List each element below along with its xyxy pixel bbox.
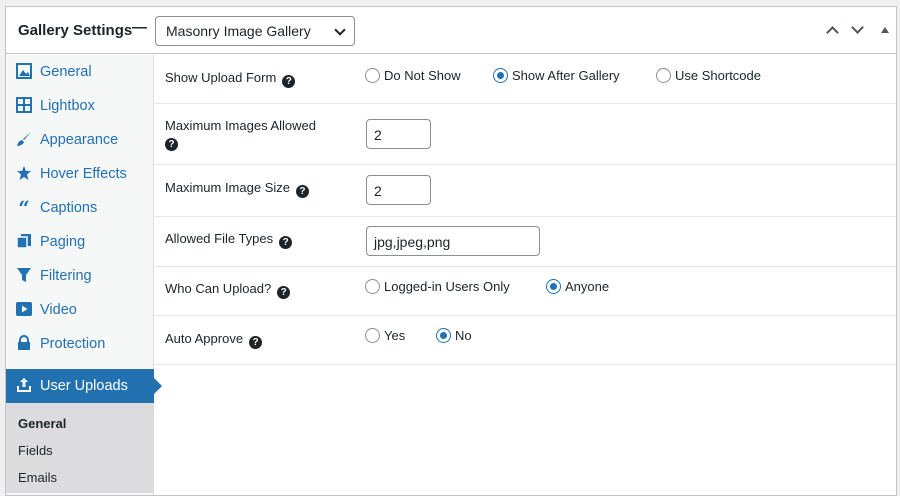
radio-circle	[656, 68, 671, 83]
row-label: Maximum Image Size?	[165, 180, 309, 198]
grid-icon	[15, 97, 33, 115]
radio-circle-selected	[436, 328, 451, 343]
row-show-upload-form: Show Upload Form? Do Not Show Show After…	[155, 55, 896, 104]
row-label: Allowed File Types?	[165, 231, 293, 249]
panel-title: Gallery Settings	[18, 22, 133, 39]
row-max-images: Maximum Images Allowed ? 2	[155, 104, 896, 165]
max-size-input[interactable]: 2	[366, 175, 431, 205]
sidebar-item-filtering[interactable]: Filtering	[6, 259, 154, 293]
radio-label: Use Shortcode	[675, 68, 761, 83]
sidebar-item-label: Filtering	[40, 268, 92, 284]
input-value: jpg,jpeg,png	[374, 234, 451, 250]
submenu-item-general[interactable]: General	[18, 416, 66, 431]
file-types-input[interactable]: jpg,jpeg,png	[366, 226, 540, 256]
sidebar-item-label: General	[40, 64, 92, 80]
sidebar-item-label: Captions	[40, 200, 98, 216]
row-label: Auto Approve?	[165, 331, 263, 349]
help-icon[interactable]: ?	[279, 236, 293, 249]
max-size-label: Maximum Image Size	[165, 180, 290, 195]
radio-do-not-show[interactable]: Do Not Show	[365, 68, 461, 83]
radio-label: Logged-in Users Only	[384, 279, 510, 294]
row-file-types: Allowed File Types? jpg,jpeg,png	[155, 217, 896, 267]
radio-label: Anyone	[565, 279, 610, 294]
quote-icon: “	[18, 196, 30, 220]
sidebar-item-label: Protection	[40, 336, 106, 352]
input-value: 2	[374, 127, 382, 143]
panel-header: Gallery Settings — Masonry Image Gallery	[6, 7, 896, 54]
radio-circle-selected	[546, 279, 561, 294]
radio-circle-selected	[493, 68, 508, 83]
collapse-toggle-icon[interactable]	[881, 27, 889, 33]
radio-anyone[interactable]: Anyone	[546, 279, 609, 294]
sidebar-item-label: Paging	[40, 234, 86, 250]
image-icon	[15, 63, 33, 81]
title-dash: —	[132, 19, 147, 36]
row-label: Who Can Upload??	[165, 281, 291, 299]
active-arrow	[154, 378, 162, 394]
sidebar-item-appearance[interactable]: Appearance	[6, 123, 154, 157]
move-down-icon[interactable]	[851, 21, 864, 34]
gallery-type-select[interactable]: Masonry Image Gallery	[155, 16, 355, 46]
row-max-size: Maximum Image Size? 2	[155, 165, 896, 217]
row-label: Show Upload Form?	[165, 70, 296, 88]
sidebar-item-label: Appearance	[40, 132, 119, 148]
help-icon[interactable]: ?	[165, 138, 178, 151]
sidebar-item-label: Lightbox	[40, 98, 95, 114]
help-icon[interactable]: ?	[295, 185, 309, 198]
sidebar-item-general[interactable]: General	[6, 55, 154, 89]
move-up-icon[interactable]	[826, 26, 839, 39]
submenu-item-emails[interactable]: Emails	[18, 470, 57, 485]
sidebar-item-video[interactable]: Video	[6, 293, 154, 327]
play-icon	[15, 301, 33, 319]
auto-approve-label: Auto Approve	[165, 331, 244, 346]
show-upload-form-label: Show Upload Form	[165, 70, 277, 85]
help-icon[interactable]: ?	[249, 336, 263, 349]
star-icon	[15, 165, 33, 183]
sidebar-item-lightbox[interactable]: Lightbox	[6, 89, 154, 123]
sidebar-item-hover-effects[interactable]: Hover Effects	[6, 157, 154, 191]
radio-label: Do Not Show	[384, 68, 461, 83]
who-can-upload-label: Who Can Upload?	[165, 281, 272, 296]
radio-use-shortcode[interactable]: Use Shortcode	[656, 68, 761, 83]
radio-label: Show After Gallery	[512, 68, 620, 83]
upload-icon	[15, 377, 33, 395]
help-icon[interactable]: ?	[282, 75, 296, 88]
pages-icon	[15, 233, 33, 251]
radio-logged-in-users[interactable]: Logged-in Users Only	[365, 279, 510, 294]
radio-yes[interactable]: Yes	[365, 328, 405, 343]
submenu-item-fields[interactable]: Fields	[18, 443, 53, 458]
sidebar-item-label: Video	[40, 302, 77, 318]
sidebar-item-label: Hover Effects	[40, 166, 127, 182]
radio-circle	[365, 279, 380, 294]
sidebar-item-paging[interactable]: Paging	[6, 225, 154, 259]
radio-circle	[365, 68, 380, 83]
max-images-label: Maximum Images Allowed	[165, 118, 316, 133]
sidebar-item-protection[interactable]: Protection	[6, 327, 154, 361]
funnel-icon	[15, 267, 33, 285]
row-auto-approve: Auto Approve? Yes No	[155, 316, 896, 365]
radio-label: No	[455, 328, 472, 343]
sidebar-item-user-uploads[interactable]: User Uploads	[6, 369, 162, 403]
sidebar-item-label: User Uploads	[40, 378, 128, 394]
radio-show-after-gallery[interactable]: Show After Gallery	[493, 68, 620, 83]
row-who-can-upload: Who Can Upload?? Logged-in Users Only An…	[155, 267, 896, 316]
radio-circle	[365, 328, 380, 343]
gallery-type-value: Masonry Image Gallery	[166, 23, 311, 39]
lock-icon	[15, 335, 33, 353]
max-images-input[interactable]: 2	[366, 119, 431, 149]
sidebar-item-captions[interactable]: “ Captions	[6, 191, 154, 225]
gallery-settings-panel: Gallery Settings — Masonry Image Gallery…	[5, 6, 897, 496]
help-icon[interactable]: ?	[277, 286, 291, 299]
radio-no[interactable]: No	[436, 328, 472, 343]
radio-label: Yes	[384, 328, 406, 343]
brush-icon	[15, 131, 33, 149]
chevron-down-icon	[334, 24, 346, 36]
input-value: 2	[374, 183, 382, 199]
settings-sidebar: General Lightbox Appearance Hover Effect…	[6, 55, 162, 495]
file-types-label: Allowed File Types	[165, 231, 274, 246]
user-uploads-submenu: General Fields Emails	[6, 403, 154, 493]
